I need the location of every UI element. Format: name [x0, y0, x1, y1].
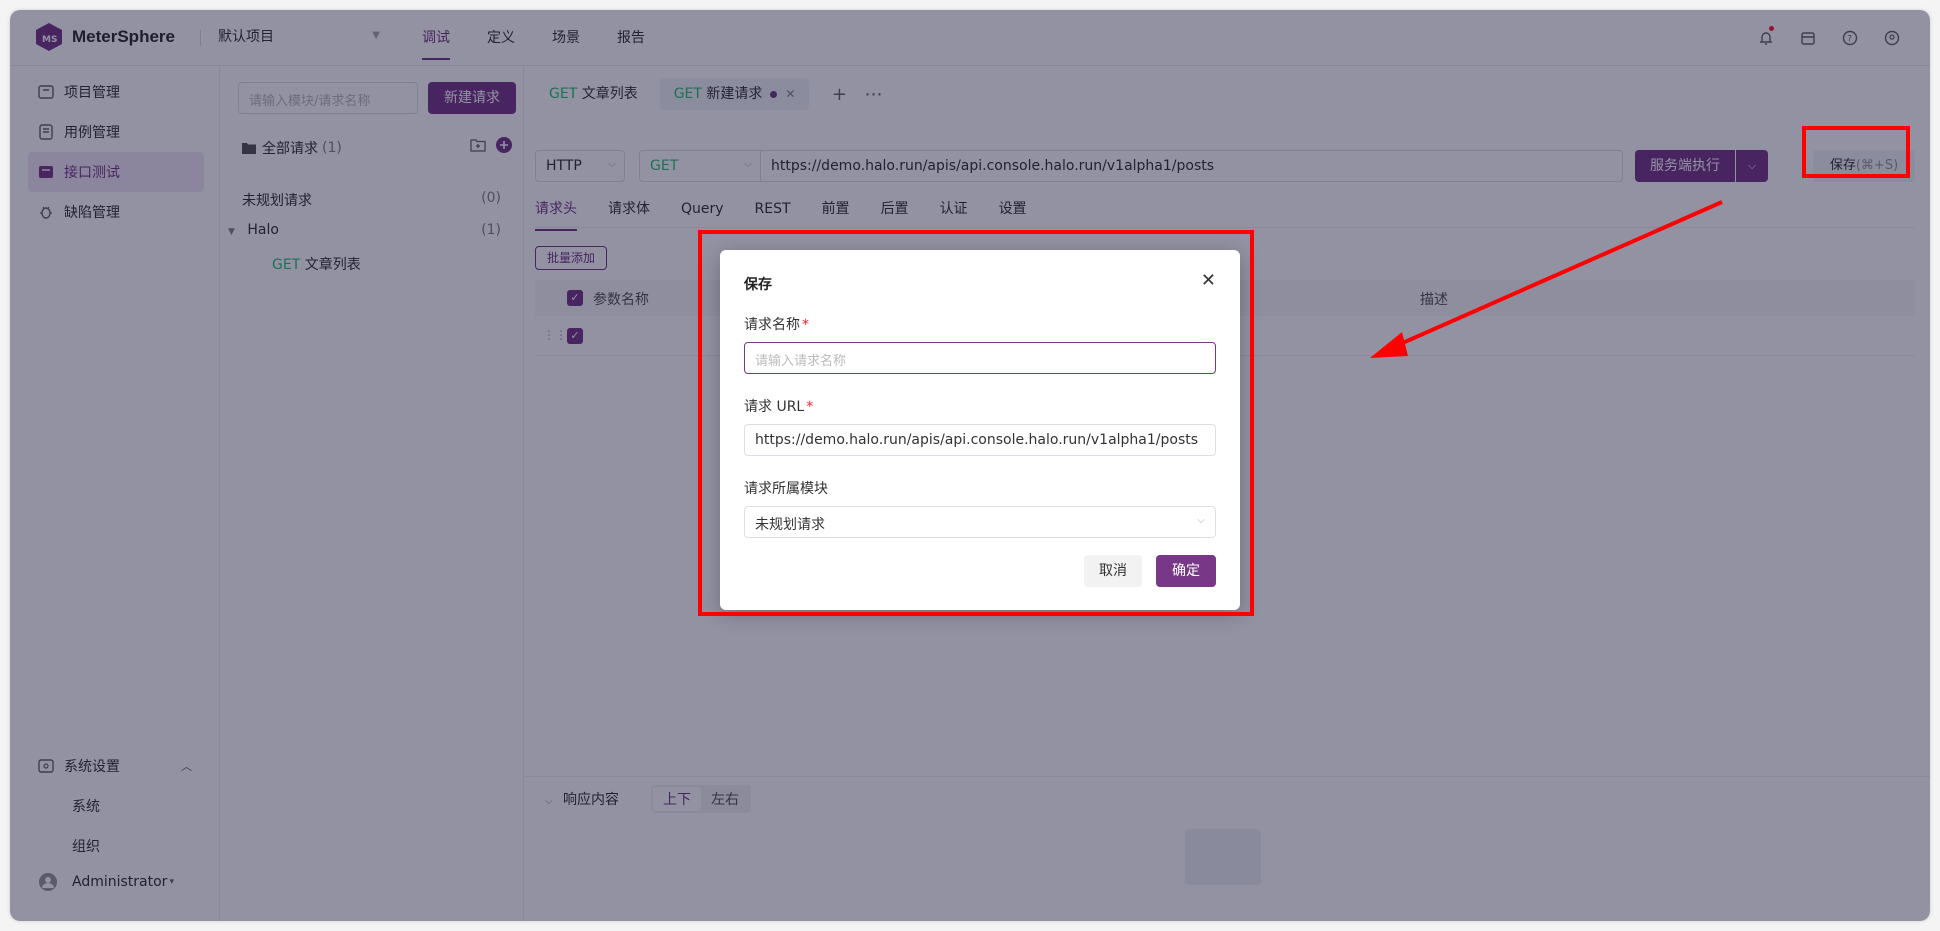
app-window: MS MeterSphere 默认项目 ▼ 调试 定义 场景 报告 ? 项目管理… [10, 10, 1930, 921]
annotation-arrow-icon [1370, 200, 1723, 358]
